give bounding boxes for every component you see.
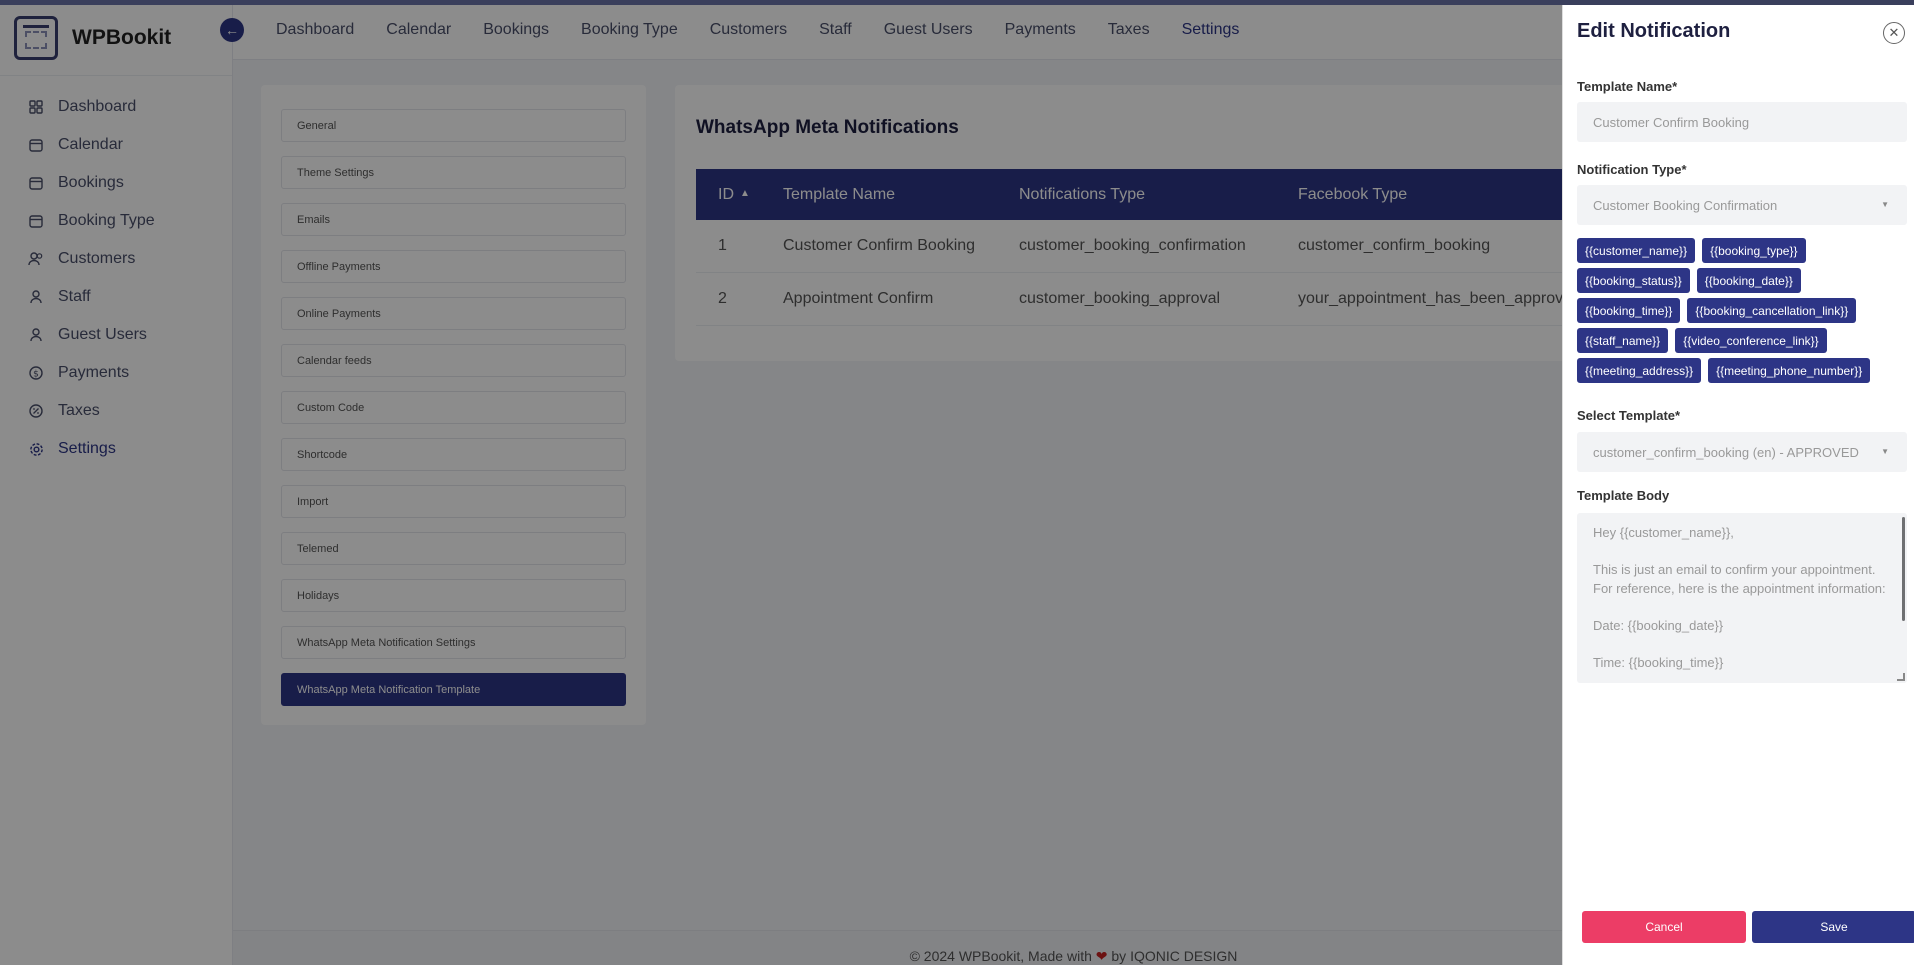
placeholder-tags: {{customer_name}} {{booking_type}} {{boo… [1577,238,1912,388]
chevron-down-icon: ▼ [1881,200,1889,209]
chevron-down-icon: ▼ [1881,447,1889,456]
tag-customer-name[interactable]: {{customer_name}} [1577,238,1696,263]
resize-handle-icon[interactable] [1897,673,1905,681]
save-button[interactable]: Save [1752,911,1914,943]
tag-staff-name[interactable]: {{staff_name}} [1577,328,1669,353]
body-line: Time: {{booking_time}} [1593,654,1724,670]
body-line [1593,635,1891,654]
tag-booking-date[interactable]: {{booking_date}} [1696,268,1801,293]
tag-meeting-address[interactable]: {{meeting_address}} [1577,358,1702,383]
tag-meeting-phone-number[interactable]: {{meeting_phone_number}} [1708,358,1871,383]
body-line [1593,598,1891,617]
select-template-label: Select Template* [1577,408,1681,423]
template-name-label: Template Name* [1577,79,1678,94]
cancel-button[interactable]: Cancel [1582,911,1746,943]
textarea-scrollbar[interactable] [1902,517,1905,621]
body-line [1593,543,1891,562]
tag-booking-cancellation-link[interactable]: {{booking_cancellation_link}} [1687,298,1857,323]
tag-booking-type[interactable]: {{booking_type}} [1702,238,1806,263]
notification-type-label: Notification Type* [1577,162,1687,177]
body-line: This is just an email to confirm your ap… [1593,562,1886,596]
close-icon: ✕ [1888,25,1900,40]
template-name-input[interactable]: Customer Confirm Booking [1577,102,1907,142]
edit-notification-drawer: Edit Notification ✕ Template Name* Custo… [1562,0,1914,965]
notification-type-select[interactable]: Customer Booking Confirmation ▼ [1577,185,1907,225]
top-border [0,0,1914,5]
tag-booking-status[interactable]: {{booking_status}} [1577,268,1690,293]
body-line: Hey {{customer_name}}, [1593,525,1734,540]
tag-booking-time[interactable]: {{booking_time}} [1577,298,1681,323]
close-button[interactable]: ✕ [1883,22,1905,44]
template-body-textarea[interactable]: Hey {{customer_name}}, This is just an e… [1577,513,1907,683]
body-line: Date: {{booking_date}} [1593,617,1724,633]
tag-video-conference-link[interactable]: {{video_conference_link}} [1675,328,1827,353]
template-body-label: Template Body [1577,488,1670,503]
notification-type-value: Customer Booking Confirmation [1593,197,1778,213]
select-template-value: customer_confirm_booking (en) - APPROVED [1593,444,1859,460]
select-template-select[interactable]: customer_confirm_booking (en) - APPROVED… [1577,432,1907,472]
drawer-title: Edit Notification [1577,20,1731,42]
